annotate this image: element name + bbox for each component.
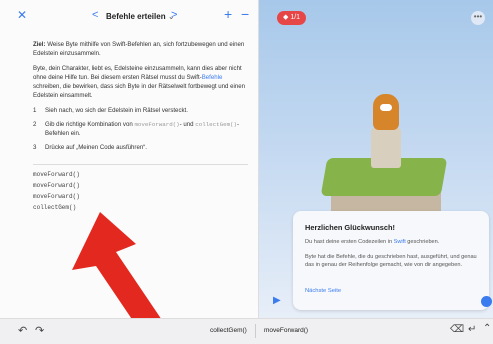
page-title[interactable]: Befehle erteilen ⌄ xyxy=(106,12,175,21)
zoom-out-button[interactable]: − xyxy=(241,6,249,22)
gem-icon: ◆ xyxy=(283,14,289,21)
shortcut-moveforward[interactable]: moveForward() xyxy=(259,324,313,338)
steps-list: 1 Sieh nach, wo sich der Edelstein im Rät… xyxy=(33,106,251,152)
swift-link[interactable]: Swift xyxy=(394,239,406,245)
next-page-link[interactable]: Nächste Seite xyxy=(305,288,341,294)
goal-label: Ziel: xyxy=(33,41,46,48)
step-number: 1 xyxy=(33,107,37,114)
goal-text: Weise Byte mithilfe von Swift-Befehlen a… xyxy=(33,41,245,57)
code-term-collect: collectGem() xyxy=(195,121,238,128)
stone-pillar xyxy=(371,128,401,168)
run-code-button[interactable] xyxy=(481,296,492,307)
step-number: 2 xyxy=(33,121,37,128)
commands-link[interactable]: Befehle xyxy=(202,74,223,81)
delete-icon[interactable]: ⌫ xyxy=(450,324,464,335)
gem-counter: 1/1 xyxy=(290,14,301,21)
congrats-dialog: Herzlichen Glückwunsch! Du hast deine er… xyxy=(293,211,489,310)
step-text: Gib die richtige Kombination von xyxy=(45,121,135,128)
instructions-text: Ziel: Weise Byte mithilfe von Swift-Befe… xyxy=(33,40,251,157)
step-item: 3 Drücke auf „Meinen Code ausführen“. xyxy=(33,143,251,152)
dialog-body: Byte hat die Befehle, die du geschrieben… xyxy=(305,254,477,268)
close-icon[interactable]: ✕ xyxy=(17,8,27,22)
shortcut-collectgem[interactable]: collectGem() xyxy=(205,324,252,338)
return-icon[interactable]: ↵ xyxy=(468,324,476,335)
step-item: 2 Gib die richtige Kombination von moveFo… xyxy=(33,120,251,138)
step-text: Drücke auf „Meinen Code ausführen“. xyxy=(45,144,147,151)
step-item: 1 Sieh nach, wo sich der Edelstein im Rät… xyxy=(33,106,251,115)
dialog-title: Herzlichen Glückwunsch! xyxy=(305,223,395,232)
chip-divider xyxy=(255,324,256,338)
divider xyxy=(33,164,248,165)
intro-paragraph: Byte, dein Charakter, liebt es, Edelstei… xyxy=(33,64,251,100)
more-options-button[interactable]: ••• xyxy=(471,11,485,25)
intro-text-2: schreiben, die bewirken, dass sich Byte … xyxy=(33,83,246,99)
shortcut-bar: ↶ ↷ collectGem() moveForward() ⌫ ↵ ⌃ xyxy=(0,318,493,344)
page-title-label: Befehle erteilen xyxy=(106,12,166,21)
step-text: Sieh nach, wo sich der Edelstein im Räts… xyxy=(45,107,188,114)
gem-counter-badge: ◆ 1/1 xyxy=(277,11,307,25)
undo-icon[interactable]: ↶ xyxy=(18,324,27,337)
dialog-text-part: geschrieben. xyxy=(405,239,440,245)
previous-page-button[interactable]: < xyxy=(92,9,98,21)
editor-toolbar: ✕ < Befehle erteilen ⌄ > + − xyxy=(0,0,258,34)
byte-character xyxy=(373,94,399,130)
code-line[interactable]: moveForward() xyxy=(33,191,80,202)
code-line[interactable]: moveForward() xyxy=(33,169,80,180)
keyboard-toggle-icon[interactable]: ⌃ xyxy=(483,323,491,334)
next-page-button[interactable]: > xyxy=(171,9,177,21)
step-text: - und xyxy=(179,121,196,128)
byte-eye xyxy=(380,104,392,111)
code-line[interactable]: moveForward() xyxy=(33,180,80,191)
redo-icon[interactable]: ↷ xyxy=(35,324,44,337)
code-term-move: moveForward() xyxy=(134,121,180,128)
play-icon[interactable]: ▶ xyxy=(273,295,281,306)
code-editor[interactable]: moveForward() moveForward() moveForward(… xyxy=(33,169,80,213)
dialog-text: Du hast deine ersten Codezeilen in Swift… xyxy=(305,238,485,246)
step-number: 3 xyxy=(33,144,37,151)
zoom-in-button[interactable]: + xyxy=(224,6,232,22)
goal-paragraph: Ziel: Weise Byte mithilfe von Swift-Befe… xyxy=(33,40,251,58)
dialog-text-part: Du hast deine ersten Codezeilen in xyxy=(305,239,394,245)
